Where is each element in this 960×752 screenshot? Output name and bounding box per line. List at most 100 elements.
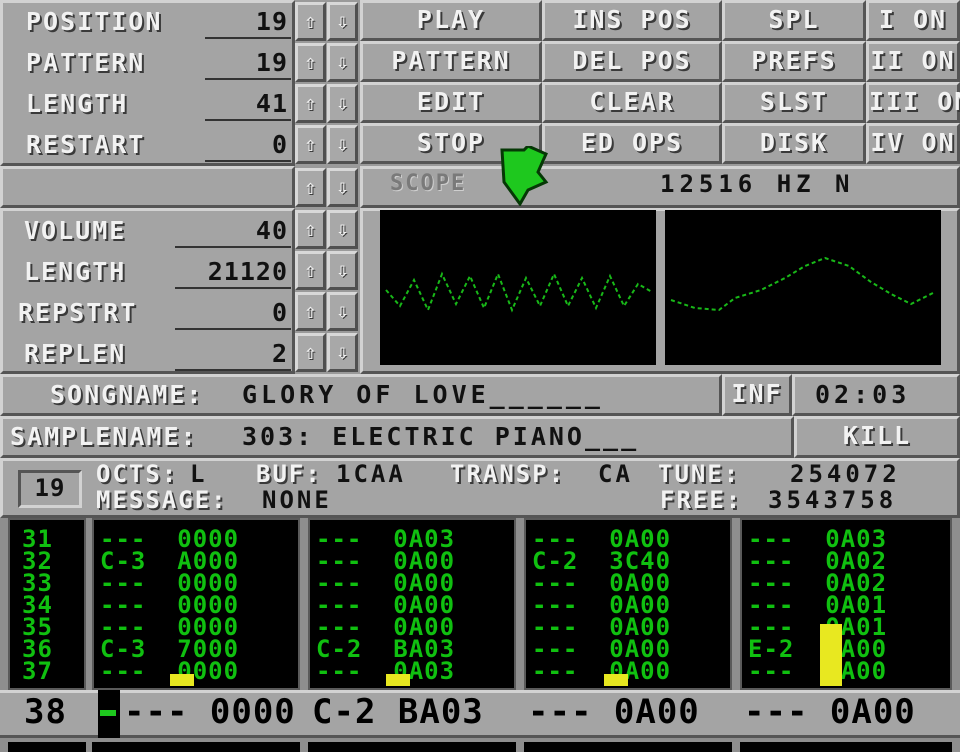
tune-label: TUNE: <box>658 460 741 488</box>
next-row-fill-2 <box>308 742 516 752</box>
arrow-up-button[interactable]: ⇧ <box>295 43 326 82</box>
arrow-up-button[interactable]: ⇧ <box>295 251 326 290</box>
octs-value: L <box>190 460 206 488</box>
arrow-down-button[interactable]: ⇩ <box>327 125 358 164</box>
song-control-label: PATTERN <box>26 48 146 77</box>
song-control-value: 41 <box>255 89 288 118</box>
track-row[interactable]: --- 0A00 <box>748 659 887 683</box>
current-row-number: 38 <box>24 692 67 732</box>
buf-value: 1CAA <box>336 460 406 488</box>
transp-label: TRANSP: <box>450 460 566 488</box>
scope-label: SCOPE <box>390 171 467 196</box>
edit-cursor-mark <box>100 710 116 716</box>
sample-param-underline <box>175 287 291 289</box>
arrow-down-button[interactable]: ⇩ <box>327 43 358 82</box>
current-row-track[interactable]: --- 0000 <box>124 692 296 732</box>
menu-button-clear[interactable]: CLEAR <box>542 82 722 123</box>
song-control-underline <box>205 37 291 39</box>
current-row-track[interactable]: --- 0A00 <box>744 692 916 732</box>
arrow-down-button[interactable]: ⇩ <box>327 210 358 249</box>
menu-button-iii-on[interactable]: III ON <box>866 82 960 123</box>
menu-button-iv-on[interactable]: IV ON <box>866 123 960 164</box>
free-value: 3543758 <box>768 486 898 514</box>
kill-button[interactable]: KILL <box>794 416 960 458</box>
volume-meter <box>820 624 842 686</box>
menu-button-slst[interactable]: SLST <box>722 82 866 123</box>
songname-value[interactable]: GLORY OF LOVE______ <box>242 380 604 409</box>
sample-param-underline <box>175 246 291 248</box>
menu-button-ii-on[interactable]: II ON <box>866 41 960 82</box>
menu-button-spl[interactable]: SPL <box>722 0 866 41</box>
menu-button-ed-ops[interactable]: ED OPS <box>542 123 722 164</box>
samplename-value[interactable]: 303: ELECTRIC PIANO___ <box>242 422 639 451</box>
samplename-label: SAMPLENAME: <box>10 422 198 451</box>
arrow-up-button[interactable]: ⇧ <box>295 333 326 372</box>
menu-button-pattern[interactable]: PATTERN <box>360 41 542 82</box>
transp-value: CA <box>598 460 633 488</box>
tune-value: 254072 <box>790 460 901 488</box>
sample-param-label: LENGTH <box>24 257 127 286</box>
scope-frequency: 12516 HZ N <box>660 170 855 198</box>
message-label: MESSAGE: <box>96 486 228 514</box>
volume-meter <box>386 674 410 686</box>
menu-button-play[interactable]: PLAY <box>360 0 542 41</box>
song-control-label: RESTART <box>26 130 146 159</box>
arrow-up-button[interactable]: ⇧ <box>295 2 326 41</box>
inf-button[interactable]: INF <box>722 374 792 416</box>
sample-param-value: 2 <box>271 339 288 368</box>
sample-param-underline <box>175 328 291 330</box>
arrow-down-button[interactable]: ⇩ <box>327 84 358 123</box>
current-row-track[interactable]: C-2 BA03 <box>312 692 484 732</box>
song-control-underline <box>205 78 291 80</box>
pattern-number: 19 <box>34 474 66 502</box>
row-number: 37 <box>22 657 53 685</box>
sample-param-label: REPLEN <box>24 339 127 368</box>
sample-param-label: REPSTRT <box>18 298 138 327</box>
sample-param-value: 40 <box>255 216 288 245</box>
scope-left-channel <box>380 210 656 365</box>
song-control-label: POSITION <box>26 7 163 36</box>
next-row-fill-3 <box>524 742 732 752</box>
mouse-pointer-icon <box>500 146 549 206</box>
scope-right-channel <box>665 210 941 365</box>
next-row-fill-1 <box>92 742 300 752</box>
buf-label: BUF: <box>256 460 322 488</box>
track-row[interactable]: --- 0A00 <box>532 659 671 683</box>
time-value: 02:03 <box>815 380 911 409</box>
song-control-underline <box>205 119 291 121</box>
current-row-track[interactable]: --- 0A00 <box>528 692 700 732</box>
song-control-underline <box>205 160 291 162</box>
arrow-down-button[interactable]: ⇩ <box>327 168 358 207</box>
song-control-value: 19 <box>255 48 288 77</box>
menu-button-prefs[interactable]: PREFS <box>722 41 866 82</box>
menu-button-del-pos[interactable]: DEL POS <box>542 41 722 82</box>
song-control-label: LENGTH <box>26 89 129 118</box>
menu-button-disk[interactable]: DISK <box>722 123 866 164</box>
sample-param-underline <box>175 369 291 371</box>
arrow-down-button[interactable]: ⇩ <box>327 2 358 41</box>
volume-meter <box>170 674 194 686</box>
arrow-up-button[interactable]: ⇧ <box>295 210 326 249</box>
menu-button-i-on[interactable]: I ON <box>866 0 960 41</box>
arrow-up-button[interactable]: ⇧ <box>295 125 326 164</box>
scope-right-wave <box>670 256 936 312</box>
song-control-value: 0 <box>271 130 288 159</box>
octs-label: OCTS: <box>96 460 179 488</box>
arrow-down-button[interactable]: ⇩ <box>327 251 358 290</box>
arrow-down-button[interactable]: ⇩ <box>327 333 358 372</box>
arrow-up-button[interactable]: ⇧ <box>295 292 326 331</box>
next-row-fill-4 <box>740 742 952 752</box>
sample-param-label: VOLUME <box>24 216 127 245</box>
scope-left-wave <box>385 271 653 313</box>
next-row-fill-0 <box>8 742 86 752</box>
menu-button-edit[interactable]: EDIT <box>360 82 542 123</box>
menu-button-ins-pos[interactable]: INS POS <box>542 0 722 41</box>
sample-param-value: 0 <box>271 298 288 327</box>
free-label: FREE: <box>660 486 743 514</box>
sample-row-panel <box>0 166 295 208</box>
arrow-up-button[interactable]: ⇧ <box>295 84 326 123</box>
volume-meter <box>604 674 628 686</box>
arrow-up-button[interactable]: ⇧ <box>295 168 326 207</box>
song-control-value: 19 <box>255 7 288 36</box>
arrow-down-button[interactable]: ⇩ <box>327 292 358 331</box>
